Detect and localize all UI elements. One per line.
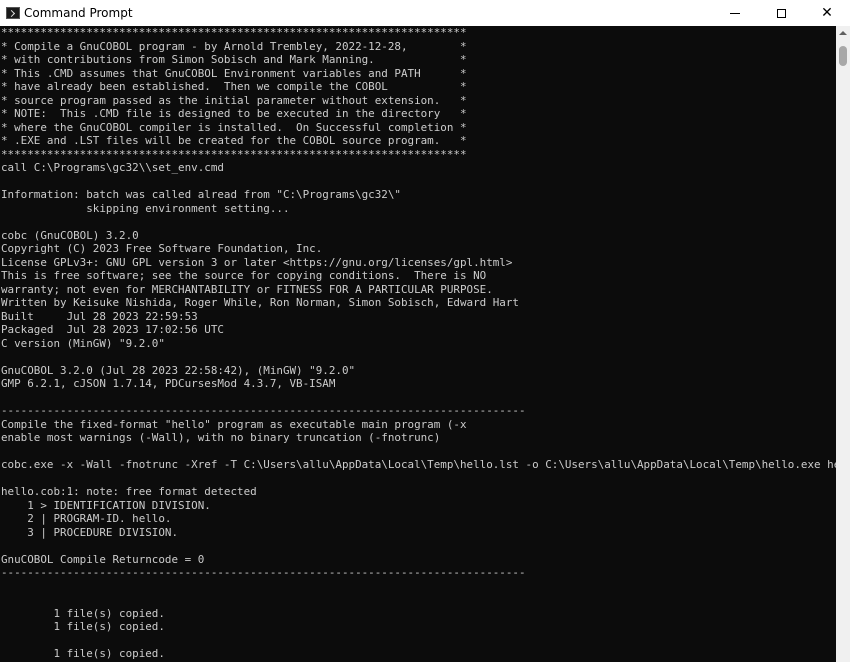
minimize-icon bbox=[730, 12, 740, 14]
console-line: * with contributions from Simon Sobisch … bbox=[1, 53, 467, 66]
console-line: Packaged Jul 28 2023 17:02:56 UTC bbox=[1, 323, 224, 336]
console-line: GnuCOBOL Compile Returncode = 0 bbox=[1, 552, 205, 566]
close-button[interactable]: ✕ bbox=[804, 0, 850, 26]
console-line: skipping environment setting... bbox=[1, 201, 290, 215]
console-line: enable most warnings (-Wall), with no bi… bbox=[1, 431, 441, 444]
window-title: Command Prompt bbox=[24, 6, 133, 20]
console-line: * have already been established. Then we… bbox=[1, 80, 467, 93]
console-line: Compile the fixed-format "hello" program… bbox=[1, 417, 467, 431]
close-icon: ✕ bbox=[821, 5, 833, 21]
scroll-up-arrow-icon[interactable] bbox=[836, 26, 850, 40]
console-line: GnuCOBOL 3.2.0 (Jul 28 2023 22:58:42), (… bbox=[1, 363, 356, 377]
console-line: 1 file(s) copied. bbox=[1, 606, 165, 620]
command-prompt-window: Command Prompt ✕ ***********************… bbox=[0, 0, 850, 662]
maximize-button[interactable] bbox=[758, 0, 804, 26]
console-line: cobc.exe -x -Wall -fnotrunc -Xref -T C:\… bbox=[1, 458, 836, 471]
console-app-icon bbox=[6, 7, 20, 19]
console-line: 1 file(s) copied. bbox=[1, 620, 165, 633]
console-line: This is free software; see the source fo… bbox=[1, 269, 487, 282]
console-output: ****************************************… bbox=[0, 26, 836, 662]
console-line: License GPLv3+: GNU GPL version 3 or lat… bbox=[1, 255, 513, 269]
console-line: Built Jul 28 2023 22:59:53 bbox=[1, 309, 198, 323]
minimize-button[interactable] bbox=[712, 0, 758, 26]
console-line: warranty; not even for MERCHANTABILITY o… bbox=[1, 282, 493, 296]
console-line: hello.cob:1: note: free format detected bbox=[1, 485, 257, 498]
console-line: Written by Keisuke Nishida, Roger While,… bbox=[1, 296, 519, 309]
console-line: call C:\Programs\gc32\\set_env.cmd bbox=[1, 161, 224, 174]
console-line: C version (MinGW) "9.2.0" bbox=[1, 336, 165, 350]
scroll-thumb[interactable] bbox=[839, 46, 847, 66]
console-line: * source program passed as the initial p… bbox=[1, 93, 467, 107]
console-line: * This .CMD assumes that GnuCOBOL Enviro… bbox=[1, 66, 467, 80]
console-area[interactable]: ****************************************… bbox=[0, 26, 836, 662]
vertical-scrollbar[interactable] bbox=[836, 26, 850, 662]
console-line: * .EXE and .LST files will be created fo… bbox=[1, 134, 467, 147]
console-line: * where the GnuCOBOL compiler is install… bbox=[1, 120, 467, 134]
console-line: Information: batch was called alread fro… bbox=[1, 188, 401, 201]
console-line: * NOTE: This .CMD file is designed to be… bbox=[1, 107, 467, 120]
maximize-icon bbox=[776, 8, 786, 18]
console-line: ****************************************… bbox=[1, 147, 467, 161]
console-line: ----------------------------------------… bbox=[1, 566, 526, 579]
title-bar[interactable]: Command Prompt ✕ bbox=[0, 0, 850, 26]
console-line: ----------------------------------------… bbox=[1, 404, 526, 417]
console-line: GMP 6.2.1, cJSON 1.7.14, PDCursesMod 4.3… bbox=[1, 377, 336, 390]
console-line: ****************************************… bbox=[1, 26, 467, 39]
console-line: 1 file(s) copied. bbox=[1, 647, 165, 660]
console-line: 1 > IDENTIFICATION DIVISION. bbox=[1, 498, 211, 512]
console-line: Copyright (C) 2023 Free Software Foundat… bbox=[1, 242, 323, 255]
console-line: * Compile a GnuCOBOL program - by Arnold… bbox=[1, 39, 467, 53]
console-line: cobc (GnuCOBOL) 3.2.0 bbox=[1, 228, 139, 242]
console-line: 3 | PROCEDURE DIVISION. bbox=[1, 525, 179, 539]
console-line: 2 | PROGRAM-ID. hello. bbox=[1, 512, 172, 525]
